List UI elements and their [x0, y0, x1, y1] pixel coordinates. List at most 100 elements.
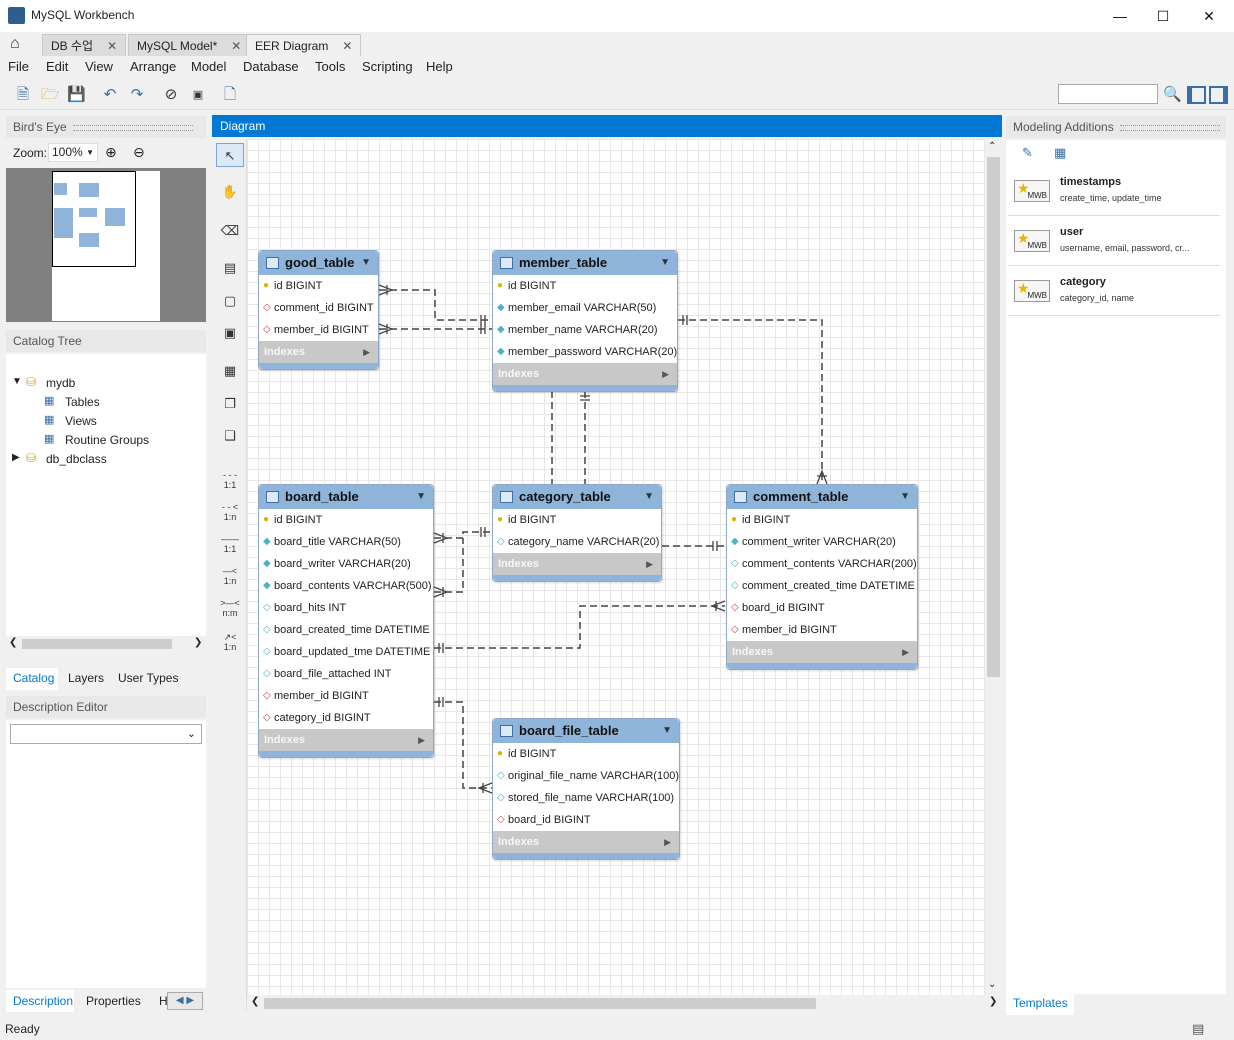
- view-tool-icon[interactable]: ❐: [216, 392, 244, 416]
- hand-tool-icon[interactable]: ✋: [216, 180, 244, 204]
- relation-board-category-2[interactable]: [434, 538, 464, 593]
- align-grid-icon[interactable]: ▣: [189, 86, 207, 104]
- toggle-left-sidebar-icon[interactable]: [1187, 86, 1206, 104]
- column-row[interactable]: ◇ comment_id BIGINT: [259, 297, 378, 319]
- table-board-table[interactable]: board_table ▼ ● id BIGINT ◆ board_title VAR…: [258, 484, 434, 758]
- table-header[interactable]: category_table ▼: [493, 485, 661, 509]
- relation-board-comment[interactable]: [434, 605, 725, 649]
- menu-database[interactable]: Database: [243, 59, 299, 74]
- indexes-section[interactable]: Indexes ▶: [493, 553, 661, 575]
- scroll-right-icon[interactable]: ❯: [194, 637, 202, 648]
- diagram-canvas[interactable]: good_table ▼ ● id BIGINT ◇ comment_id BIGIN…: [247, 139, 985, 995]
- expand-indexes-icon[interactable]: ▶: [662, 363, 669, 385]
- new-table-template-icon[interactable]: ▦: [1054, 145, 1066, 161]
- column-row[interactable]: ◇ board_created_time DATETIME: [259, 619, 433, 641]
- zoom-in-icon[interactable]: ⊕: [105, 144, 117, 161]
- column-row[interactable]: ◇ board_file_attached INT: [259, 663, 433, 685]
- tab-templates[interactable]: Templates: [1006, 993, 1074, 1015]
- expand-indexes-icon[interactable]: ▶: [418, 729, 425, 751]
- menu-help[interactable]: Help: [426, 59, 453, 74]
- collapse-arrow-icon[interactable]: ▼: [660, 251, 670, 275]
- image-tool-icon[interactable]: ▣: [216, 321, 244, 345]
- scroll-down-icon[interactable]: ⌄: [988, 979, 996, 990]
- column-row[interactable]: ◇ category_name VARCHAR(20): [493, 531, 661, 553]
- menu-file[interactable]: File: [8, 59, 29, 74]
- menu-view[interactable]: View: [85, 59, 113, 74]
- template-item-category[interactable]: ★ MWB category category_id, name: [1008, 266, 1220, 316]
- home-icon[interactable]: ⌂: [10, 35, 20, 53]
- undo-icon[interactable]: ↶: [101, 86, 119, 104]
- table-header[interactable]: board_table ▼: [259, 485, 433, 509]
- collapse-arrow-icon[interactable]: ▼: [361, 251, 371, 275]
- column-row[interactable]: ◆ board_contents VARCHAR(500): [259, 575, 433, 597]
- eraser-tool-icon[interactable]: ⌫: [216, 219, 244, 243]
- tab-layers[interactable]: Layers: [68, 668, 104, 685]
- new-diagram-icon[interactable]: 🗋: [221, 86, 239, 104]
- close-tab-icon[interactable]: ✕: [342, 39, 352, 53]
- column-row[interactable]: ◇ member_id BIGINT: [727, 619, 917, 641]
- scroll-left-icon[interactable]: ❮: [9, 637, 17, 648]
- column-row[interactable]: ◇ board_id BIGINT: [727, 597, 917, 619]
- column-row[interactable]: ● id BIGINT: [493, 509, 661, 531]
- expand-indexes-icon[interactable]: ▶: [363, 341, 370, 363]
- routine-group-tool-icon[interactable]: ❑: [216, 424, 244, 448]
- scroll-thumb[interactable]: [22, 639, 172, 649]
- indexes-section[interactable]: Indexes ▶: [493, 363, 677, 385]
- close-icon[interactable]: ✕: [1189, 4, 1229, 28]
- diagram-horizontal-scrollbar[interactable]: ❮ ❯: [247, 995, 1002, 1012]
- column-row[interactable]: ◆ member_email VARCHAR(50): [493, 297, 677, 319]
- tab-description[interactable]: Description: [6, 990, 74, 1012]
- menu-model[interactable]: Model: [191, 59, 226, 74]
- tab-user-types[interactable]: User Types: [118, 668, 178, 685]
- scroll-thumb[interactable]: [987, 157, 1000, 677]
- table-header[interactable]: member_table ▼: [493, 251, 677, 275]
- search-input[interactable]: [1058, 84, 1158, 104]
- select-tool-icon[interactable]: ↖: [216, 143, 244, 167]
- edit-template-icon[interactable]: ✎: [1022, 145, 1033, 161]
- tree-item-routine-groups[interactable]: Routine Groups: [65, 433, 149, 447]
- template-item-user[interactable]: ★ MWB user username, email, password, cr.…: [1008, 216, 1220, 266]
- scroll-thumb[interactable]: [264, 998, 816, 1009]
- toggle-right-sidebar-icon[interactable]: [1209, 86, 1228, 104]
- new-document-icon[interactable]: 🗎: [14, 86, 32, 104]
- column-row[interactable]: ● id BIGINT: [727, 509, 917, 531]
- close-tab-icon[interactable]: ✕: [107, 39, 117, 53]
- expand-icon[interactable]: ▶: [12, 452, 20, 463]
- column-row[interactable]: ◇ member_id BIGINT: [259, 319, 378, 341]
- relation-1-1-icon[interactable]: - - -1:1: [216, 467, 244, 491]
- note-tool-icon[interactable]: ▢: [216, 289, 244, 313]
- column-row[interactable]: ● id BIGINT: [493, 743, 679, 765]
- open-folder-icon[interactable]: 🗁: [41, 86, 60, 104]
- tree-item-db-dbclass[interactable]: db_dbclass: [46, 452, 107, 466]
- column-row[interactable]: ◇ member_id BIGINT: [259, 685, 433, 707]
- table-board-file-table[interactable]: board_file_table ▼ ● id BIGINT ◇ original_f…: [492, 718, 680, 860]
- column-row[interactable]: ◆ board_title VARCHAR(50): [259, 531, 433, 553]
- column-row[interactable]: ◆ member_name VARCHAR(20): [493, 319, 677, 341]
- column-row[interactable]: ◇ category_id BIGINT: [259, 707, 433, 729]
- expand-indexes-icon[interactable]: ▶: [902, 641, 909, 663]
- expand-icon[interactable]: ▼: [12, 376, 22, 387]
- indexes-section[interactable]: Indexes ▶: [493, 831, 679, 853]
- relation-existing-columns-icon[interactable]: ↗< 1:n: [216, 629, 244, 653]
- relation-member-comment[interactable]: [678, 319, 823, 484]
- output-panel-icon[interactable]: ▤: [1192, 1018, 1204, 1040]
- table-comment-table[interactable]: comment_table ▼ ● id BIGINT ◆ comment_write…: [726, 484, 918, 670]
- column-row[interactable]: ◆ member_password VARCHAR(20): [493, 341, 677, 363]
- toggle-grid-icon[interactable]: ⊘: [162, 86, 180, 104]
- tab-catalog[interactable]: Catalog: [6, 668, 58, 690]
- collapse-arrow-icon[interactable]: ▼: [644, 485, 654, 509]
- redo-icon[interactable]: ↷: [128, 86, 146, 104]
- zoom-out-icon[interactable]: ⊖: [133, 144, 145, 161]
- close-tab-icon[interactable]: ✕: [231, 39, 241, 53]
- table-member-table[interactable]: member_table ▼ ● id BIGINT ◆ member_email V…: [492, 250, 678, 392]
- maximize-icon[interactable]: ☐: [1143, 4, 1183, 28]
- save-icon[interactable]: 💾: [67, 86, 86, 104]
- table-category-table[interactable]: category_table ▼ ● id BIGINT ◇ category_nam…: [492, 484, 662, 582]
- expand-indexes-icon[interactable]: ▶: [646, 553, 653, 575]
- column-row[interactable]: ● id BIGINT: [259, 509, 433, 531]
- tab-eer-diagram[interactable]: EER Diagram ✕: [246, 34, 362, 56]
- horizontal-scrollbar[interactable]: ❮ ❯: [6, 636, 206, 652]
- column-row[interactable]: ◇ board_id BIGINT: [493, 809, 679, 831]
- table-header[interactable]: board_file_table ▼: [493, 719, 679, 743]
- table-tool-icon[interactable]: ▦: [216, 359, 244, 383]
